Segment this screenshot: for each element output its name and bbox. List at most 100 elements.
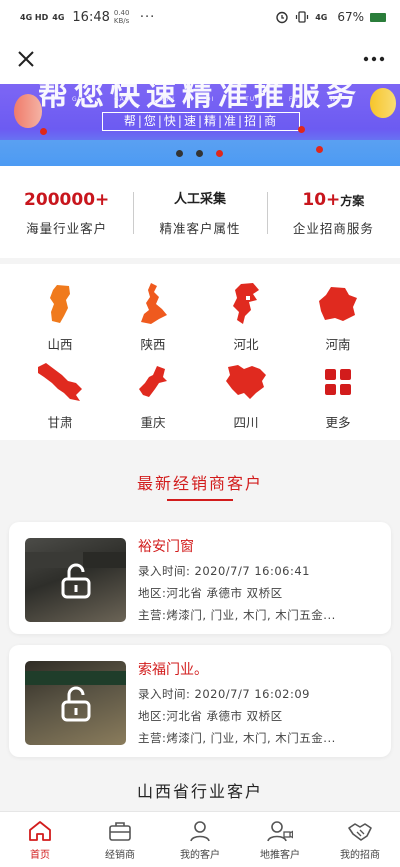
latest-section-title: 最新经销商客户: [136, 474, 263, 493]
dealer-main-business: 主营:烤漆门, 门业, 木门, 木门五金...: [138, 731, 336, 745]
region-label: 山西: [47, 337, 73, 352]
map-pin-icon: [40, 128, 47, 135]
map-pin-icon: [298, 126, 305, 133]
stat-value: 200000+: [24, 189, 110, 210]
vibrate-icon: [296, 11, 309, 23]
more-icon: [363, 56, 385, 62]
handshake-icon: [348, 823, 372, 841]
app-page: 4G HD 4G 16:48 0.40 KB/s ··· 4G 67% 帮您快速…: [0, 0, 400, 867]
chongqing-map-icon: [139, 366, 167, 397]
shanxi-map-icon: [50, 285, 70, 323]
industry-section-title: 山西省行业客户: [136, 782, 263, 801]
carousel-dot[interactable]: [196, 150, 203, 157]
dealer-name: 裕安门窗: [138, 539, 194, 555]
dealer-thumbnail: [25, 661, 126, 745]
dealer-card[interactable]: 裕安门窗 录入时间: 2020/7/7 16:06:41 地区:河北省 承德市 …: [9, 522, 391, 634]
pinyin-syllable: DI: [205, 96, 215, 103]
signal-indicator-3: 4G: [315, 12, 328, 22]
status-more: ···: [139, 9, 156, 25]
region-label: 陕西: [140, 337, 166, 352]
stat-collection: 人工采集 精准客户属性: [133, 188, 266, 237]
region-label: 河北: [233, 337, 259, 352]
battery-level: 67%: [337, 10, 364, 24]
region-sichuan[interactable]: 四川: [196, 358, 296, 431]
region-grid: 山西 陕西 河北 河南 甘肃 重庆 四川 更多: [0, 264, 400, 440]
tab-field-customers[interactable]: 地推客户: [240, 812, 320, 867]
balloon-right-icon: [370, 88, 396, 118]
region-label: 重庆: [140, 415, 166, 430]
stat-value: 10+方案: [267, 188, 400, 212]
tab-label: 我的客户: [180, 850, 220, 861]
stat-unit: 方案: [340, 193, 365, 208]
stat-customers: 200000+ 海量行业客户: [0, 188, 133, 237]
sichuan-map-icon: [226, 365, 266, 399]
close-icon: [18, 51, 34, 67]
bottom-tab-bar: 首页 经销商 我的客户 地推客户 我的招商: [0, 811, 400, 867]
pinyin-syllable: FU: [288, 96, 299, 103]
tab-home[interactable]: 首页: [0, 812, 80, 867]
network-speed: 0.40 KB/s: [113, 9, 130, 25]
shaanxi-map-icon: [141, 283, 167, 324]
dealer-name: 索福门业。: [138, 662, 208, 678]
tab-my-customers[interactable]: 我的客户: [160, 812, 240, 867]
carousel-dot[interactable]: [176, 150, 183, 157]
banner-slogan: 帮|您|快|速|精|准|招|商: [102, 112, 300, 131]
carousel-dot-active[interactable]: [216, 150, 223, 157]
pinyin-syllable: GU: [72, 96, 84, 103]
grid-icon: [325, 369, 351, 395]
stat-label: 精准客户属性: [159, 220, 241, 236]
lock-icon: [61, 686, 91, 722]
lock-icon: [61, 563, 91, 599]
status-right: 4G 67%: [275, 10, 386, 24]
signal-indicator-2: 4G: [52, 12, 65, 22]
dealer-main-business: 主营:烤漆门, 门业, 木门, 木门五金...: [138, 608, 336, 622]
balloon-left-icon: [14, 94, 42, 128]
map-pin-icon: [316, 146, 323, 153]
hebei-map-icon: [233, 283, 259, 324]
region-shanxi[interactable]: 山西: [10, 280, 110, 353]
tab-dealers[interactable]: 经销商: [80, 812, 160, 867]
region-shaanxi[interactable]: 陕西: [103, 280, 203, 353]
battery-icon: [370, 12, 386, 22]
stat-value: 人工采集: [173, 191, 226, 207]
section-underline: [167, 499, 233, 501]
region-chongqing[interactable]: 重庆: [103, 358, 203, 431]
pinyin-syllable: WU: [329, 96, 342, 103]
home-icon: [29, 821, 51, 841]
dealer-entry-time: 录入时间: 2020/7/7 16:02:09: [138, 687, 310, 701]
tab-my-investment[interactable]: 我的招商: [320, 812, 400, 867]
region-henan[interactable]: 河南: [288, 280, 388, 353]
region-hebei[interactable]: 河北: [196, 280, 296, 353]
promo-banner[interactable]: 帮您快速精准推服务 GU GAO NIU DI TUI FU WU 帮|您|快|…: [0, 84, 400, 166]
dealer-region: 地区:河北省 承德市 双桥区: [138, 586, 283, 600]
title-bar: [0, 34, 400, 84]
region-label: 四川: [233, 415, 259, 430]
region-label: 河南: [325, 337, 351, 352]
pinyin-syllable: TUI: [245, 96, 258, 103]
dealer-thumbnail: [25, 538, 126, 622]
tab-label: 经销商: [105, 850, 135, 861]
banner-pinyin: GU GAO NIU DI TUI FU WU: [72, 96, 342, 103]
dealer-region: 地区:河北省 承德市 双桥区: [138, 709, 283, 723]
dealer-entry-time: 录入时间: 2020/7/7 16:06:41: [138, 564, 310, 578]
status-bar: 4G HD 4G 16:48 0.40 KB/s ··· 4G 67%: [0, 0, 400, 34]
signal-indicator: 4G HD: [20, 12, 49, 22]
tab-label: 地推客户: [260, 850, 300, 861]
stats-row: 200000+ 海量行业客户 人工采集 精准客户属性 10+方案 企业招商服务: [0, 166, 400, 258]
status-time: 16:48: [72, 9, 110, 25]
region-more[interactable]: 更多: [288, 358, 388, 431]
region-gansu[interactable]: 甘肃: [10, 358, 110, 431]
tab-label: 首页: [30, 850, 50, 861]
henan-map-icon: [319, 287, 357, 321]
gansu-map-icon: [38, 363, 82, 401]
close-button[interactable]: [14, 47, 38, 71]
stat-label: 企业招商服务: [292, 220, 374, 236]
pinyin-syllable: NIU: [161, 96, 175, 103]
alarm-icon: [276, 11, 288, 24]
user-video-icon: [267, 821, 293, 842]
more-button[interactable]: [362, 47, 386, 71]
stat-label: 海量行业客户: [26, 220, 108, 236]
dealer-card[interactable]: 索福门业。 录入时间: 2020/7/7 16:02:09 地区:河北省 承德市…: [9, 645, 391, 757]
region-label: 甘肃: [47, 415, 73, 430]
stat-number: 10+: [302, 189, 341, 210]
